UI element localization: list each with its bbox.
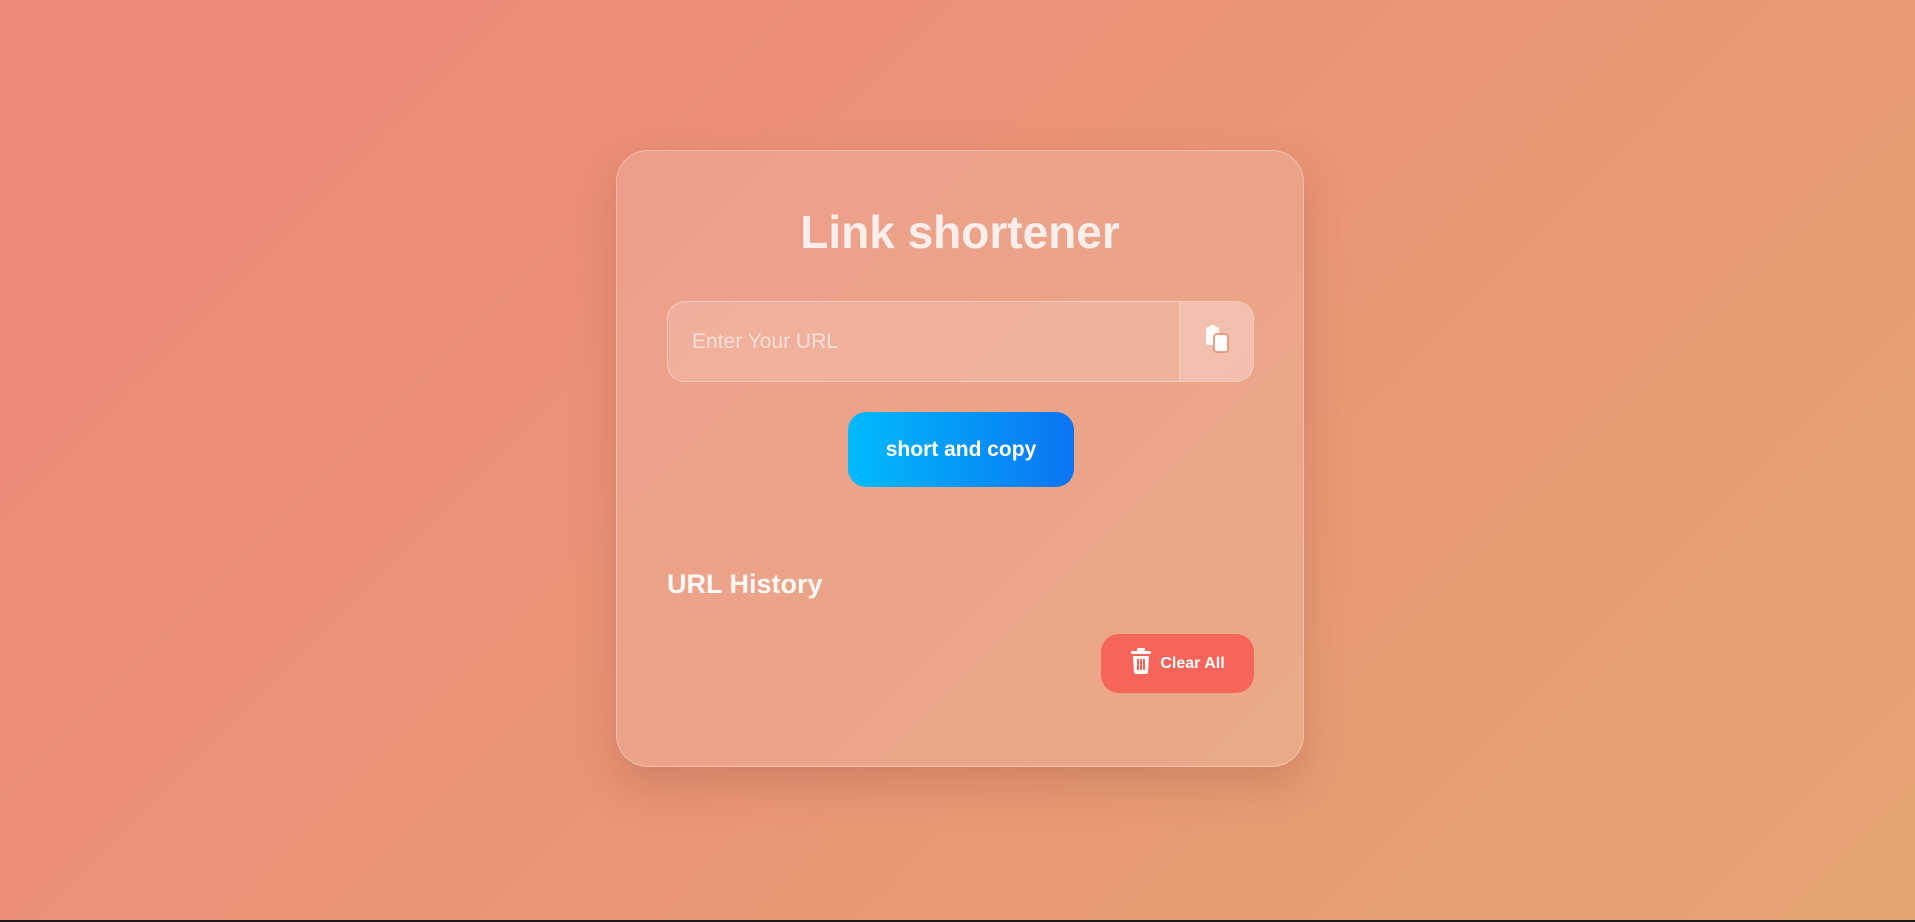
page-title: Link shortener [800,206,1120,258]
short-and-copy-button[interactable]: short and copy [848,412,1074,487]
clear-all-button[interactable]: Clear All [1101,634,1254,693]
paste-icon [1202,324,1232,359]
history-title: URL History [667,569,823,599]
paste-button[interactable] [1179,302,1253,381]
trash-icon [1130,648,1152,679]
url-input-group [667,301,1254,382]
shortener-card: Link shortener short and copy URL Histor… [616,150,1304,767]
url-input[interactable] [668,302,1179,381]
clear-all-label: Clear All [1160,654,1225,672]
